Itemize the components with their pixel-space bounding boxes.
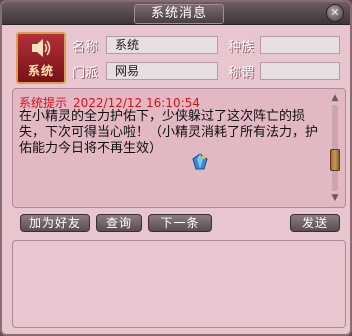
- title-label: 称谓: [228, 66, 255, 81]
- race-label: 种族: [228, 40, 255, 55]
- message-tag: 系统提示: [19, 96, 68, 110]
- send-button[interactable]: 发送: [290, 214, 340, 232]
- race-field: [260, 36, 340, 54]
- sect-field: 网易: [106, 62, 218, 80]
- title-bar[interactable]: 系统消息 ✕: [2, 2, 350, 25]
- sender-badge-label: 系统: [27, 64, 54, 78]
- reply-input[interactable]: [12, 240, 346, 328]
- name-label: 名称: [72, 40, 99, 55]
- message-body: 在小精灵的全力护佑下，少侠躲过了这次阵亡的损失，下次可得当心啦！（小精灵消耗了所…: [19, 109, 319, 156]
- query-button[interactable]: 查询: [96, 214, 142, 232]
- window-title: 系统消息: [134, 4, 224, 24]
- scroll-track[interactable]: [332, 105, 338, 191]
- message-scrollbar[interactable]: ▲ ▼: [329, 93, 341, 203]
- speaker-icon: [32, 39, 51, 57]
- close-icon[interactable]: ✕: [326, 4, 344, 22]
- name-field: 系统: [106, 36, 218, 54]
- scroll-up-icon[interactable]: ▲: [329, 93, 341, 103]
- system-message-window: 系统消息 ✕ 系统 名称 系统 种族 门派 网易 称谓 系统提示 2022/12/…: [0, 0, 352, 336]
- scroll-down-icon[interactable]: ▼: [329, 193, 341, 203]
- title-field: [260, 62, 340, 80]
- message-timestamp: 2022/12/12 16:10:54: [73, 96, 200, 110]
- message-panel: 系统提示 2022/12/12 16:10:54 在小精灵的全力护佑下，少侠躲过了…: [12, 88, 346, 208]
- gem-icon: [192, 153, 208, 170]
- sect-label: 门派: [72, 66, 99, 81]
- add-friend-button[interactable]: 加为好友: [20, 214, 90, 232]
- sender-badge: 系统: [16, 32, 66, 84]
- next-message-button[interactable]: 下一条: [148, 214, 212, 232]
- scroll-thumb[interactable]: [330, 149, 340, 171]
